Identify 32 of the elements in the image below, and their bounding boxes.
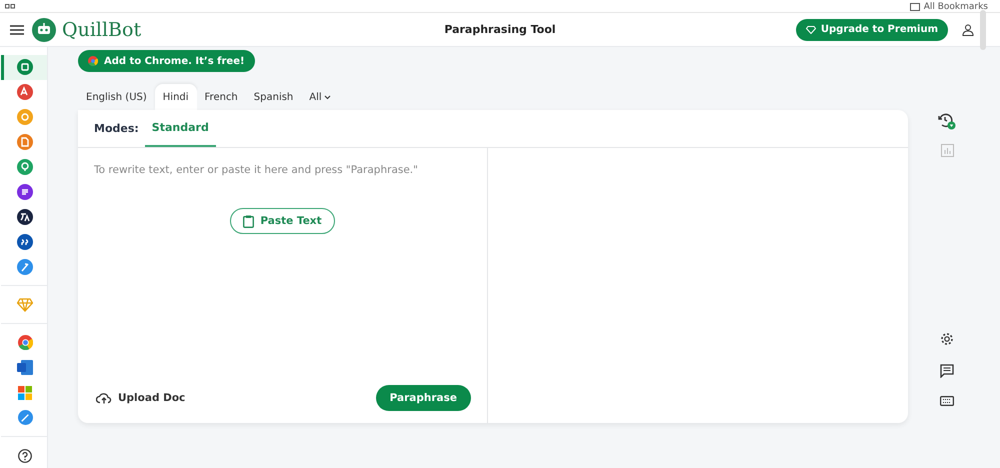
compass-icon [18,410,32,426]
history-icon [938,112,956,130]
modes-label: Modes: [94,122,139,135]
upgrade-button[interactable]: Upgrade to Premium [796,18,948,40]
chrome-icon [88,56,98,66]
settings-icon [940,332,954,346]
diamond-icon [806,26,816,34]
bookmarks-folder[interactable]: All Bookmarks [910,2,988,12]
mode-tab[interactable]: Standard [144,110,216,147]
chevron-down-icon [324,94,331,100]
upload-doc-button[interactable]: Upload Doc [94,392,186,404]
robot-logo-icon [32,18,56,42]
clipboard-icon [243,214,254,228]
folder-icon [910,3,920,11]
keyboard-icon [940,396,954,406]
paraphrase-button[interactable]: Paraphrase [376,385,471,411]
add-to-chrome-button[interactable]: Add to Chrome. It’s free! [78,50,255,72]
user-icon [962,24,974,36]
logo-text[interactable]: QuillBot [62,18,142,40]
chrome-icon [18,335,32,350]
menu-icon[interactable] [10,24,24,34]
cloud-upload-icon [96,392,112,404]
help-icon [18,448,32,463]
page-title: Paraphrasing Tool [444,23,556,36]
comment-icon [940,364,954,378]
bar-chart-icon [940,144,954,157]
scrollbar[interactable] [980,10,986,50]
document-icon [17,360,33,376]
language-tab[interactable]: Hindi [154,84,197,110]
paste-text-button[interactable]: Paste Text [230,208,335,234]
diamond-icon [17,298,33,312]
windows-grid-icon [18,386,32,400]
